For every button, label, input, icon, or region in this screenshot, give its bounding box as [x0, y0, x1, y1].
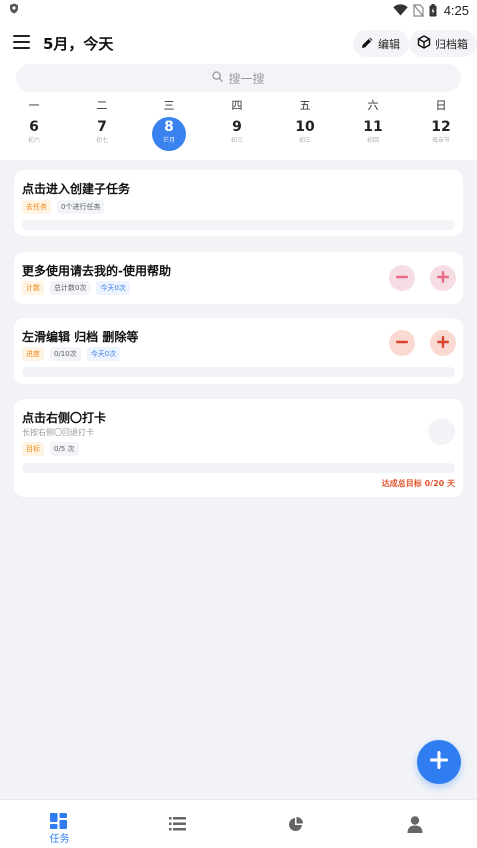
battery-icon [429, 3, 437, 17]
archive-label: 归档箱 [435, 37, 468, 51]
search-placeholder: 搜一搜 [228, 71, 265, 86]
progress-track [22, 220, 455, 230]
date-number: 6 [29, 119, 39, 135]
lunar-date: 初四 [366, 137, 379, 144]
nav-list[interactable] [119, 800, 238, 848]
checkin-button[interactable] [428, 418, 455, 445]
task-tags: 进度 0/10次 今天0次 [22, 347, 121, 361]
weekday-label: 日 [435, 99, 447, 112]
date-number: 7 [97, 119, 107, 135]
day-wed-selected[interactable]: 三 8 芒月 [144, 98, 194, 151]
task-title: 点击进入创建子任务 [22, 182, 131, 196]
day-sun[interactable]: 日 12 母亲节 [416, 98, 466, 144]
weekday-label: 一 [28, 99, 40, 112]
nav-profile[interactable] [357, 800, 476, 848]
tag-total: 总计数0次 [50, 281, 91, 295]
minus-icon [395, 334, 409, 353]
tag-count: 0/5 次 [50, 442, 79, 456]
add-task-button[interactable] [417, 740, 461, 784]
grid-icon [50, 813, 67, 829]
minus-icon [395, 269, 409, 288]
app-header: 5月，今天 编辑 归档箱 搜一搜 一 6 初六 二 7 初七 三 8 芒月 四 … [0, 20, 477, 160]
increment-button[interactable] [430, 330, 456, 356]
date-number: 11 [363, 119, 383, 135]
decrement-button[interactable] [389, 265, 415, 291]
list-icon [169, 817, 186, 831]
bottom-nav: 任务 [0, 799, 477, 848]
tag-type: 目标 [22, 442, 44, 456]
task-title: 更多使用请去我的-使用帮助 [22, 264, 171, 278]
day-fri[interactable]: 五 10 初三 [280, 98, 330, 144]
tag-progress: 0/10次 [50, 347, 81, 361]
task-title: 点击右侧〇打卡 [22, 411, 107, 425]
progress-track [22, 463, 455, 473]
plus-icon [436, 269, 450, 288]
lunar-date: 初六 [27, 137, 40, 144]
weekday-label: 二 [96, 99, 108, 112]
page-title: 5月，今天 [43, 35, 114, 53]
plus-icon [429, 750, 449, 774]
tag-type: 去任务 [22, 200, 51, 214]
task-tags: 目标 0/5 次 [22, 442, 79, 456]
menu-button[interactable] [13, 35, 30, 51]
date-number: 8 [164, 119, 174, 135]
tag-type: 进度 [22, 347, 44, 361]
task-subtitle: 长按右侧〇回退打卡 [22, 428, 94, 437]
weekday-label: 三 [163, 99, 175, 112]
decrement-button[interactable] [389, 330, 415, 356]
no-sim-icon [412, 3, 424, 17]
top-bar: 5月，今天 编辑 归档箱 [0, 30, 477, 58]
nav-tasks[interactable]: 任务 [0, 800, 119, 848]
date-number: 10 [295, 119, 315, 135]
day-mon[interactable]: 一 6 初六 [9, 98, 59, 144]
week-strip: 一 6 初六 二 7 初七 三 8 芒月 四 9 初三 五 10 初三 六 11 [0, 98, 477, 156]
user-icon [407, 816, 423, 833]
weekday-label: 五 [299, 99, 311, 112]
edit-button[interactable]: 编辑 [353, 30, 409, 57]
nav-stats[interactable] [238, 800, 357, 848]
lunar-date: 初三 [230, 137, 243, 144]
progress-track [22, 367, 455, 377]
lunar-date: 母亲节 [431, 137, 450, 144]
shield-icon [9, 3, 19, 17]
lunar-date: 初三 [298, 137, 311, 144]
weekday-label: 六 [367, 99, 379, 112]
box-icon [417, 35, 431, 52]
archive-button[interactable]: 归档箱 [409, 30, 477, 57]
pie-chart-icon [289, 817, 303, 831]
date-number: 9 [232, 119, 242, 135]
day-thu[interactable]: 四 9 初三 [212, 98, 262, 144]
plus-icon [436, 334, 450, 353]
pencil-icon [361, 36, 374, 52]
tag-count: 0个进行任务 [57, 200, 105, 214]
clock-time: 4:25 [443, 2, 469, 18]
weekday-label: 四 [231, 99, 243, 112]
checkin-card[interactable]: 点击右侧〇打卡 长按右侧〇回退打卡 目标 0/5 次 达成总目标 0/20 天 [14, 399, 463, 497]
task-tags: 去任务 0个进行任务 [22, 200, 105, 214]
search-icon [212, 71, 224, 85]
lunar-date: 初七 [95, 137, 108, 144]
task-tags: 计数 总计数0次 今天0次 [22, 281, 130, 295]
day-sat[interactable]: 六 11 初四 [348, 98, 398, 144]
wifi-icon [392, 4, 408, 16]
counter-card[interactable]: 更多使用请去我的-使用帮助 计数 总计数0次 今天0次 [14, 252, 463, 304]
tag-today: 今天0次 [86, 347, 121, 361]
edit-label: 编辑 [378, 37, 400, 51]
nav-tasks-label: 任务 [49, 834, 70, 845]
day-tue[interactable]: 二 7 初七 [77, 98, 127, 144]
task-card[interactable]: 点击进入创建子任务 去任务 0个进行任务 [14, 170, 463, 236]
goal-text: 达成总目标 0/20 天 [381, 479, 455, 488]
lunar-date: 芒月 [162, 137, 175, 144]
increment-button[interactable] [430, 265, 456, 291]
tag-today: 今天0次 [96, 281, 130, 295]
progress-card[interactable]: 左滑编辑 归档 删除等 进度 0/10次 今天0次 [14, 318, 463, 384]
date-number: 12 [431, 119, 451, 135]
search-input[interactable]: 搜一搜 [16, 64, 461, 92]
status-bar: 4:25 [0, 0, 477, 20]
tag-type: 计数 [22, 281, 44, 295]
task-title: 左滑编辑 归档 删除等 [22, 330, 139, 344]
